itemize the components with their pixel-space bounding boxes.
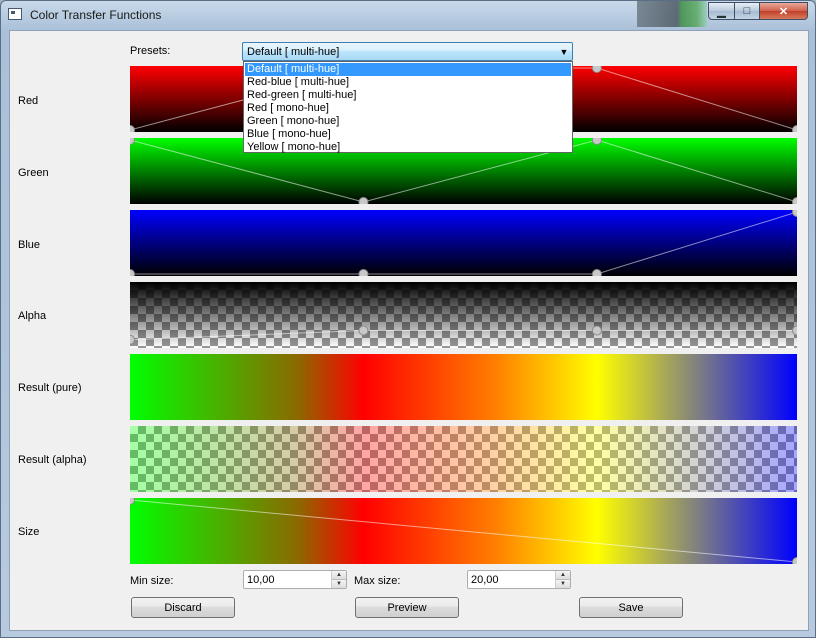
control-point-handle[interactable] <box>792 210 798 217</box>
preset-option[interactable]: Green [ mono-hue] <box>245 115 571 128</box>
minimize-button[interactable]: ▁ <box>708 2 735 20</box>
row-label-alpha: Alpha <box>18 310 47 322</box>
control-point-handle[interactable] <box>792 125 798 133</box>
result-alpha-preview <box>130 426 797 492</box>
control-point-handle[interactable] <box>130 498 135 505</box>
control-point-handle[interactable] <box>591 138 602 145</box>
control-point-handle[interactable] <box>792 557 798 565</box>
preset-option[interactable]: Red [ mono-hue] <box>245 102 571 115</box>
blue-transfer-editor[interactable] <box>130 210 797 276</box>
alpha-transfer-editor[interactable] <box>130 282 797 348</box>
spin-up-icon[interactable]: ▲ <box>332 571 346 580</box>
control-point-handle[interactable] <box>591 66 602 73</box>
control-point-handle[interactable] <box>358 325 369 336</box>
row-label-result-alpha: Result (alpha) <box>18 454 87 466</box>
preset-option[interactable]: Default [ multi-hue] <box>245 63 571 76</box>
window-title: Color Transfer Functions <box>30 8 162 22</box>
control-point-handle[interactable] <box>130 269 135 277</box>
max-size-label: Max size: <box>354 575 401 587</box>
transfer-curve-line <box>130 499 797 563</box>
background-window-peek <box>637 1 707 27</box>
min-size-spinbox[interactable]: 10,00 ▲ ▼ <box>243 570 347 589</box>
preset-option[interactable]: Red-blue [ multi-hue] <box>245 76 571 89</box>
min-size-value[interactable]: 10,00 <box>247 574 275 586</box>
presets-label: Presets: <box>130 45 171 57</box>
spin-down-icon[interactable]: ▼ <box>556 580 570 588</box>
control-point-handle[interactable] <box>130 138 135 145</box>
transfer-curve-line <box>130 211 797 275</box>
max-size-value[interactable]: 20,00 <box>471 574 499 586</box>
result-pure-preview <box>130 354 797 420</box>
blue-transfer-curve[interactable] <box>130 210 797 276</box>
size-transfer-editor[interactable] <box>130 498 797 564</box>
control-point-handle[interactable] <box>792 325 798 336</box>
app-window-icon <box>8 8 22 20</box>
control-point-handle[interactable] <box>591 269 602 277</box>
alpha-transfer-curve[interactable] <box>130 282 797 348</box>
preset-option[interactable]: Red-green [ multi-hue] <box>245 89 571 102</box>
preset-option[interactable]: Blue [ mono-hue] <box>245 128 571 141</box>
size-transfer-curve[interactable] <box>130 498 797 564</box>
preset-option[interactable]: Yellow [ mono-hue] <box>245 141 571 154</box>
control-point-handle[interactable] <box>358 269 369 277</box>
spin-down-icon[interactable]: ▼ <box>332 580 346 588</box>
transfer-curve-line <box>130 330 797 341</box>
max-size-spinbox[interactable]: 20,00 ▲ ▼ <box>467 570 571 589</box>
control-point-handle[interactable] <box>130 334 135 345</box>
control-point-handle[interactable] <box>792 197 798 205</box>
maximize-button[interactable]: □ <box>734 2 760 20</box>
control-point-handle[interactable] <box>358 197 369 205</box>
presets-combobox[interactable]: Default [ multi-hue] ▼ <box>242 42 573 61</box>
presets-selected-value: Default [ multi-hue] <box>247 45 340 58</box>
preview-button[interactable]: Preview <box>355 597 459 618</box>
row-label-size: Size <box>18 526 40 538</box>
row-label-blue: Blue <box>18 239 41 251</box>
min-size-label: Min size: <box>130 575 174 587</box>
row-label-green: Green <box>18 167 49 179</box>
result-alpha-overlay <box>130 426 797 492</box>
close-button[interactable]: ✕ <box>759 2 808 20</box>
control-point-handle[interactable] <box>130 125 135 133</box>
row-label-result-pure: Result (pure) <box>18 382 82 394</box>
save-button[interactable]: Save <box>579 597 683 618</box>
row-label-red: Red <box>18 95 39 107</box>
discard-button[interactable]: Discard <box>131 597 235 618</box>
title-bar[interactable]: Color Transfer Functions ▁ □ ✕ <box>1 1 815 29</box>
control-point-handle[interactable] <box>591 325 602 336</box>
spin-up-icon[interactable]: ▲ <box>556 571 570 580</box>
chevron-down-icon[interactable]: ▼ <box>556 47 572 57</box>
presets-dropdown-list[interactable]: Default [ multi-hue] Red-blue [ multi-hu… <box>243 61 573 153</box>
